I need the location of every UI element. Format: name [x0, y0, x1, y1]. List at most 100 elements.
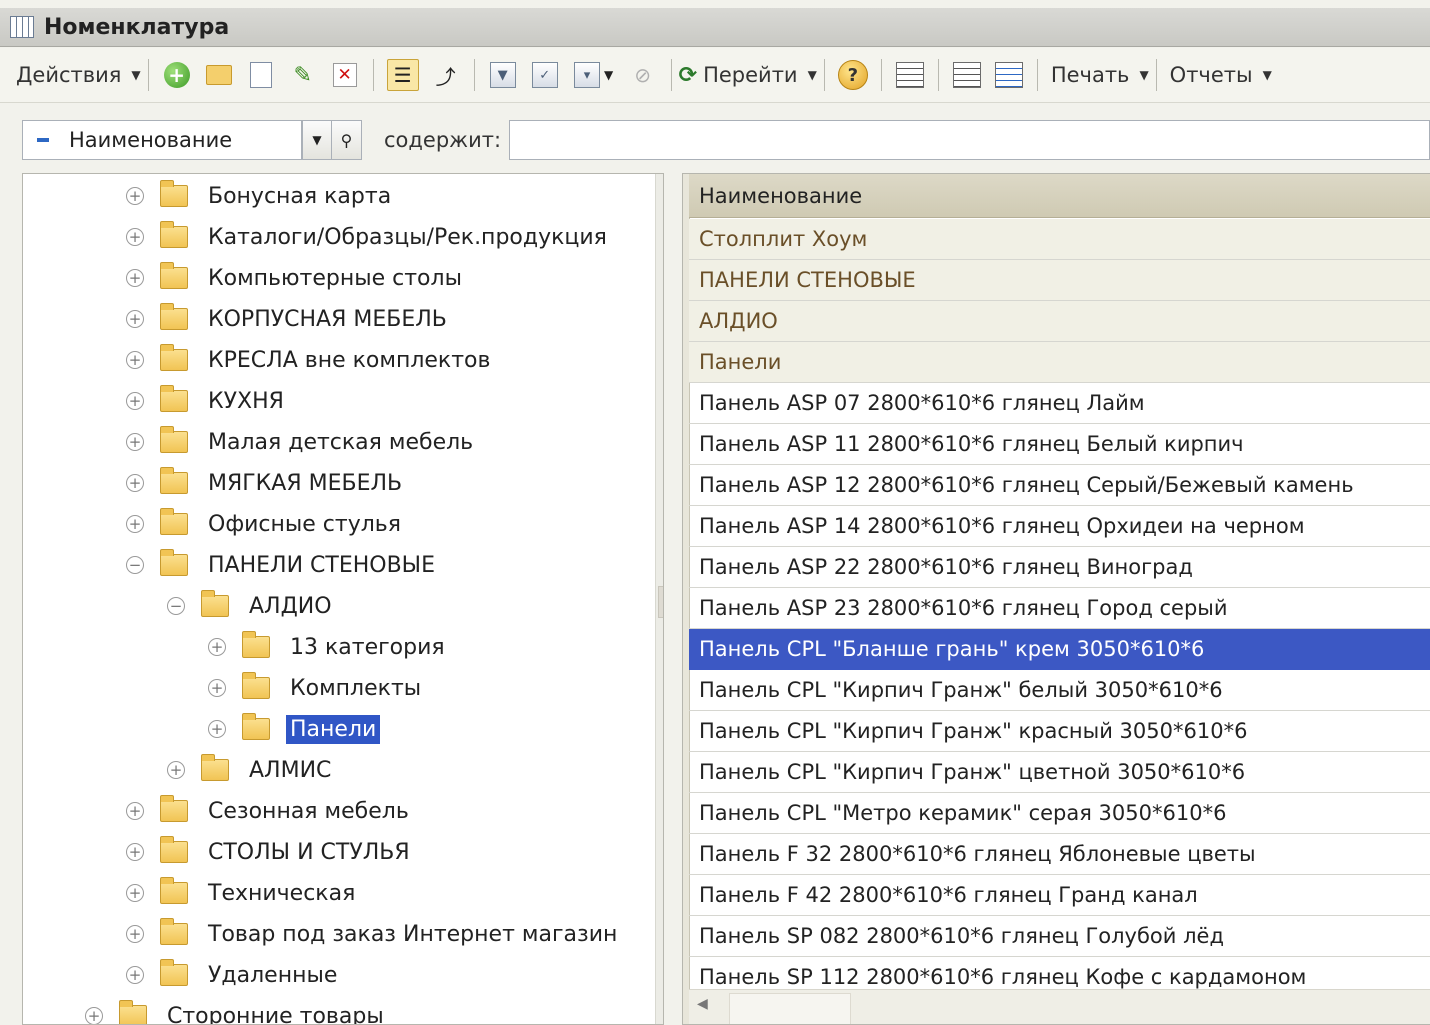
print-menu-label: Печать [1050, 63, 1130, 87]
hierarchy-view-toggle[interactable]: ☰ [386, 59, 419, 91]
tree-node[interactable]: + Офисные стулья [126, 504, 405, 544]
tree-node[interactable]: + Техническая [126, 873, 359, 913]
tree-node[interactable]: +13 категория [208, 627, 449, 667]
table-row[interactable]: Столплит Хоум [689, 219, 1430, 260]
table-row[interactable]: Панели [689, 342, 1430, 383]
collapse-icon[interactable]: − [126, 556, 144, 574]
table-row[interactable]: Панель F 42 2800*610*6 глянец Гранд кана… [689, 875, 1430, 916]
tree-node[interactable]: + МЯГКАЯ МЕБЕЛЬ [126, 463, 406, 503]
expand-icon[interactable]: + [85, 1007, 103, 1024]
tree-node[interactable]: + КОРПУСНАЯ МЕБЕЛЬ [126, 299, 451, 339]
expand-icon[interactable]: + [126, 392, 144, 410]
edit-item-button[interactable]: ✎ [288, 60, 318, 90]
actions-menu-button[interactable]: Действия ▼ [10, 56, 141, 94]
tree-node[interactable]: + Бонусная карта [126, 176, 395, 216]
table-row[interactable]: Панель ASP 22 2800*610*6 глянец Виноград [689, 547, 1430, 588]
table-row[interactable]: Панель CPL "Кирпич Гранж" цветной 3050*6… [689, 752, 1430, 793]
delete-item-button[interactable]: ✕ [330, 60, 360, 90]
copy-item-button[interactable] [246, 60, 276, 90]
scroll-down-arrow-icon[interactable]: ▼ [656, 984, 663, 1024]
search-field-select[interactable]: Наименование [22, 120, 302, 160]
expand-icon[interactable]: + [126, 884, 144, 902]
add-icon: + [163, 62, 190, 88]
toolbar-separator [1036, 59, 1038, 91]
table-row[interactable]: Панель CPL "Метро керамик" серая 3050*61… [689, 793, 1430, 834]
table-row[interactable]: АЛДИО [689, 301, 1430, 342]
print-menu-button[interactable]: Печать ▼ [1045, 56, 1149, 94]
table-row[interactable]: Панель ASP 14 2800*610*6 глянец Орхидеи … [689, 506, 1430, 547]
reports-menu-button[interactable]: Отчеты ▼ [1164, 56, 1272, 94]
table-row[interactable]: Панель ASP 07 2800*610*6 глянец Лайм [689, 383, 1430, 424]
tree-node[interactable]: + Компьютерные столы [126, 258, 466, 298]
goto-menu-button[interactable]: ⟳ Перейти ▼ [679, 56, 817, 94]
table-row[interactable]: Панель SP 082 2800*610*6 глянец Голубой … [689, 916, 1430, 957]
tree-node[interactable]: + Панели [208, 709, 381, 749]
help-button[interactable]: ? [837, 60, 868, 90]
barcode-button[interactable] [895, 60, 925, 90]
tree-node[interactable]: + Удаленные [126, 955, 341, 995]
expand-icon[interactable]: + [208, 720, 226, 738]
tree-node[interactable]: − ПАНЕЛИ СТЕНОВЫЕ [126, 545, 439, 585]
expand-icon[interactable]: + [126, 925, 144, 943]
tree-node[interactable]: + Каталоги/Образцы/Рек.продукция [126, 217, 611, 257]
expand-icon[interactable]: + [208, 638, 226, 656]
scrollbar-thumb[interactable] [658, 586, 663, 618]
expand-icon[interactable]: + [126, 228, 144, 246]
folder-icon [160, 795, 188, 822]
scroll-up-arrow-icon[interactable]: ▲ [656, 174, 663, 214]
tree-node[interactable]: + Товар под заказ Интернет магазин [126, 914, 621, 954]
expand-icon[interactable]: + [126, 433, 144, 451]
filter-settings-button[interactable]: ▼ [488, 60, 518, 90]
tree-node[interactable]: + Сторонние товары [85, 996, 388, 1024]
toolbar: Действия ▼ + ✎ ✕ ☰ ⤴ ▼ ✓ ▾ ▼ ⊘ ⟳ Перейти … [0, 48, 1430, 103]
expand-icon[interactable]: + [126, 802, 144, 820]
table-row[interactable]: Панель CPL "Кирпич Гранж" красный 3050*6… [689, 711, 1430, 752]
collapse-icon[interactable]: − [167, 597, 185, 615]
expand-icon[interactable]: + [126, 351, 144, 369]
tree-node[interactable]: + КУХНЯ [126, 381, 288, 421]
expand-icon[interactable]: + [208, 679, 226, 697]
filter-by-value-button[interactable]: ✓ [530, 60, 560, 90]
level-up-button[interactable]: ⤴ [431, 60, 461, 90]
add-item-button[interactable]: + [162, 60, 192, 90]
search-button[interactable]: ⚲ [332, 120, 362, 160]
expand-icon[interactable]: + [126, 474, 144, 492]
table-row[interactable]: Панель ASP 12 2800*610*6 глянец Серый/Бе… [689, 465, 1430, 506]
expand-icon[interactable]: + [126, 269, 144, 287]
clear-filter-button[interactable]: ⊘ [628, 60, 658, 90]
tree-node[interactable]: − АЛДИО [167, 586, 336, 626]
table-row[interactable]: ПАНЕЛИ СТЕНОВЫЕ [689, 260, 1430, 301]
table-row[interactable]: Панель ASP 11 2800*610*6 глянец Белый ки… [689, 424, 1430, 465]
column-header-name[interactable]: Наименование [689, 174, 1430, 218]
tree-node[interactable]: + Малая детская мебель [126, 422, 477, 462]
expand-icon[interactable]: + [167, 761, 185, 779]
expand-icon[interactable]: + [126, 515, 144, 533]
expand-icon[interactable]: + [126, 187, 144, 205]
scrollbar-thumb[interactable] [729, 993, 851, 1024]
tree-node[interactable]: + АЛМИС [167, 750, 335, 790]
table-row[interactable]: Панель CPL "Кирпич Гранж" белый 3050*610… [689, 670, 1430, 711]
table-horizontal-scrollbar[interactable]: ◀ [689, 989, 1430, 1024]
goto-menu-label: Перейти [703, 63, 798, 87]
table-cell-name: Панель ASP 12 2800*610*6 глянец Серый/Бе… [699, 473, 1354, 497]
expand-icon[interactable]: + [126, 843, 144, 861]
tree-view-button[interactable] [994, 60, 1024, 90]
add-group-button[interactable] [204, 60, 234, 90]
tree-node[interactable]: + СТОЛЫ И СТУЛЬЯ [126, 832, 414, 872]
table-row[interactable]: Панель F 32 2800*610*6 глянец Яблоневые … [689, 834, 1430, 875]
tree-node[interactable]: + Сезонная мебель [126, 791, 413, 831]
table-row[interactable]: Панель ASP 23 2800*610*6 глянец Город се… [689, 588, 1430, 629]
search-input[interactable] [509, 120, 1430, 160]
expand-icon[interactable]: + [126, 310, 144, 328]
table-cell-name: АЛДИО [699, 309, 778, 333]
scroll-left-arrow-icon[interactable]: ◀ [697, 996, 708, 1012]
table-row[interactable]: Панель CPL "Бланше грань" крем 3050*610*… [689, 629, 1430, 670]
list-view-button[interactable] [952, 60, 982, 90]
tree-scrollbar[interactable]: ▲ ▼ [655, 174, 663, 1024]
actions-menu-label: Действия [16, 63, 122, 87]
expand-icon[interactable]: + [126, 966, 144, 984]
search-field-dropdown-button[interactable]: ▼ [302, 120, 332, 160]
filter-history-button[interactable]: ▾ ▼ [572, 60, 616, 90]
tree-node[interactable]: + Комплекты [208, 668, 425, 708]
tree-node[interactable]: + КРЕСЛА вне комплектов [126, 340, 494, 380]
